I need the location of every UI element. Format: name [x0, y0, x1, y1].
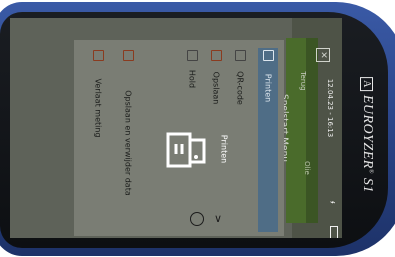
menu-item-label: Opslaan	[211, 71, 221, 105]
menu-item-opslaan-verwijder[interactable]: Opslaan en verwijder data	[118, 48, 138, 232]
menu-item-label: Hold	[187, 69, 197, 89]
device-photo: AEUROYZER® S1 12.04.23 - 16:13 Snelstart…	[0, 0, 395, 257]
brand-name: EUROYZER	[360, 94, 375, 169]
pause-icon	[187, 50, 198, 61]
back-button[interactable]: Terug	[292, 62, 314, 100]
bluetooth-icon: ⌁	[330, 198, 336, 208]
menu-item-label: QR-code	[235, 71, 245, 105]
menu-item-printen[interactable]: Printen	[258, 48, 278, 232]
back-label: Terug	[299, 71, 307, 91]
chevron-down-icon[interactable]: ∨	[214, 212, 222, 225]
printer-icon	[263, 50, 274, 61]
menu-item-label: Opslaan en verwijder data	[123, 90, 133, 196]
exit-icon	[93, 50, 104, 61]
menu-item-label: Verlaat meting	[93, 78, 103, 138]
overlay-label-text: Printen	[219, 134, 229, 164]
brand-model: S1	[360, 177, 375, 193]
close-icon: ✕	[318, 51, 328, 59]
qr-code-icon	[235, 50, 246, 61]
datetime-text: 12.04.23 - 16:13	[326, 78, 334, 138]
printer-icon	[166, 132, 206, 168]
datetime-display: 12.04.23 - 16:13	[322, 68, 338, 148]
close-button[interactable]: ✕	[316, 48, 330, 62]
battery-icon	[330, 226, 338, 238]
save-icon	[211, 50, 222, 61]
printing-overlay: Printen	[160, 120, 242, 178]
save-delete-icon	[123, 50, 134, 61]
overlay-label: Printen	[216, 120, 232, 178]
brand-logo: AEUROYZER® S1	[352, 35, 382, 235]
header-tab-olie: Olie	[300, 148, 314, 188]
menu-item-verlaat-meting[interactable]: Verlaat meting	[88, 48, 108, 232]
menu-item-label: Printen	[263, 73, 273, 103]
device-screen: 12.04.23 - 16:13 Snelstart Menu Olie ✕ T…	[10, 18, 342, 238]
clock-icon	[190, 212, 204, 226]
header-tab-olie-text: Olie	[303, 161, 311, 175]
brand-mark: A	[360, 77, 373, 91]
